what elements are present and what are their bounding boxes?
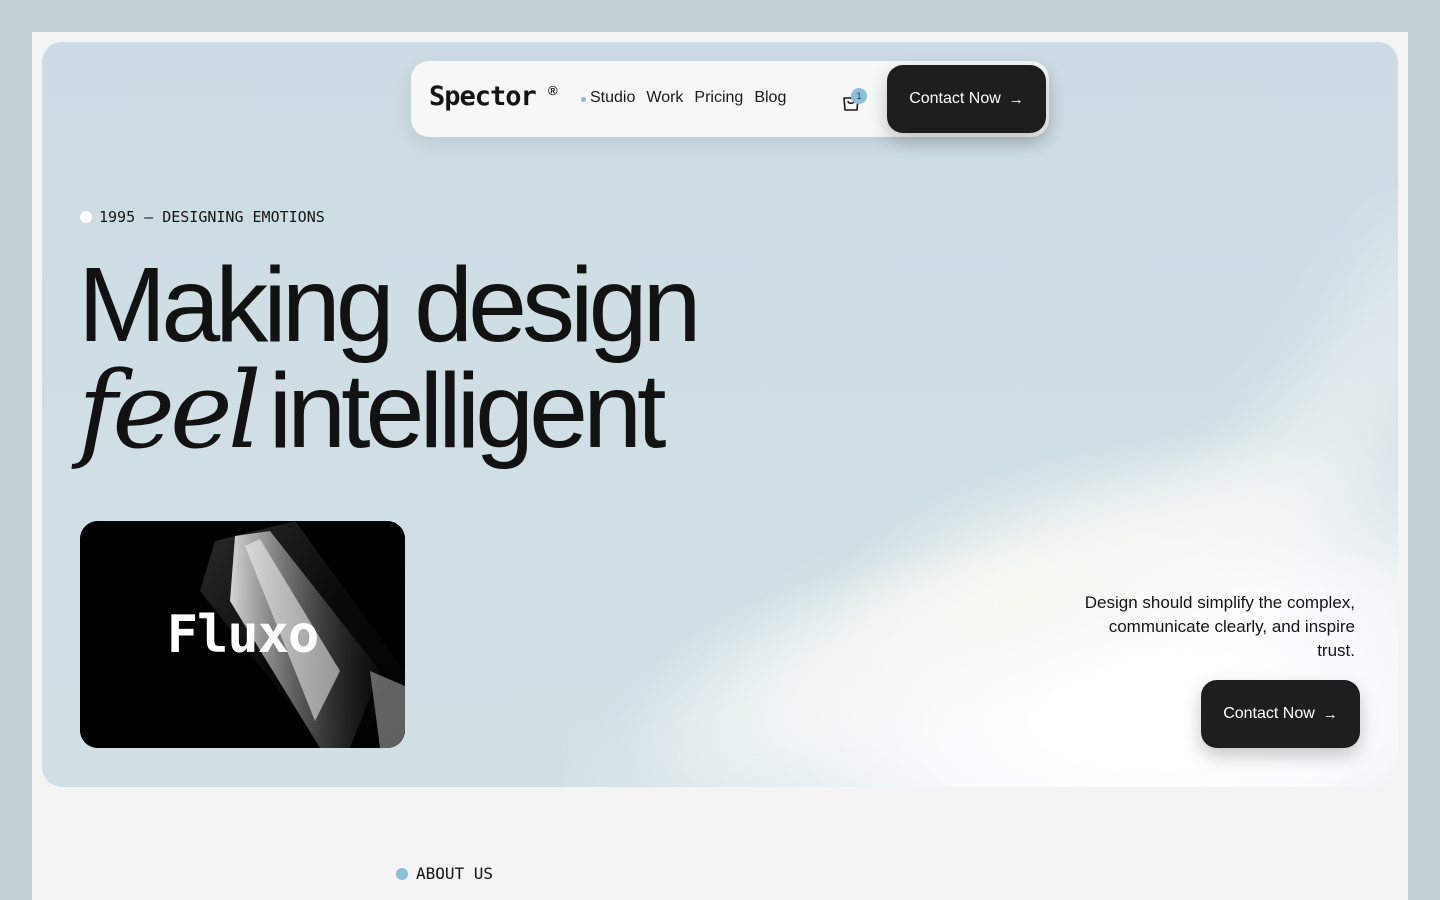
brand-logo[interactable]: Spector [429,81,537,112]
hero-section: Spector ® Studio Work Pricing Blog 1 Con… [42,42,1398,787]
nav-links: Studio Work Pricing Blog [590,89,786,107]
hero-eyebrow: 1995 — DESIGNING EMOTIONS [80,208,325,226]
headline-rest-word: intelligent [268,352,667,470]
nav-link-work[interactable]: Work [646,89,683,107]
nav-link-pricing[interactable]: Pricing [694,89,743,107]
eyebrow-dot-icon [80,211,92,223]
nav-contact-button[interactable]: Contact Now → [887,65,1046,133]
hero-tagline: Design should simplify the complex, comm… [1084,593,1355,660]
hero-contact-button[interactable]: Contact Now → [1201,680,1360,748]
page: Spector ® Studio Work Pricing Blog 1 Con… [32,32,1408,900]
arrow-right-icon: → [1008,90,1024,108]
eyebrow-text: 1995 — DESIGNING EMOTIONS [99,208,325,226]
registered-mark: ® [548,83,558,98]
cart-count-badge: 1 [851,88,867,104]
arrow-right-icon: → [1322,705,1338,723]
headline-line-2: feel intelligent [78,358,697,465]
about-dot-icon [396,867,408,880]
hero-contact-label: Contact Now [1223,705,1315,722]
nav-link-studio[interactable]: Studio [590,89,635,107]
hero-headline: Making design feel intelligent [78,246,702,465]
top-nav: Spector ® Studio Work Pricing Blog 1 Con… [411,61,1049,137]
media-card-label: Fluxo [166,605,320,665]
nav-contact-label: Contact Now [909,90,1001,107]
nav-link-blog[interactable]: Blog [754,89,786,107]
headline-line-1: Making design [78,246,702,364]
headline-italic-word: feel [78,349,262,472]
active-nav-dot [581,97,586,102]
about-section-label: ABOUT US [396,864,493,883]
about-label: ABOUT US [416,864,494,883]
media-card[interactable]: Fluxo [80,521,405,748]
